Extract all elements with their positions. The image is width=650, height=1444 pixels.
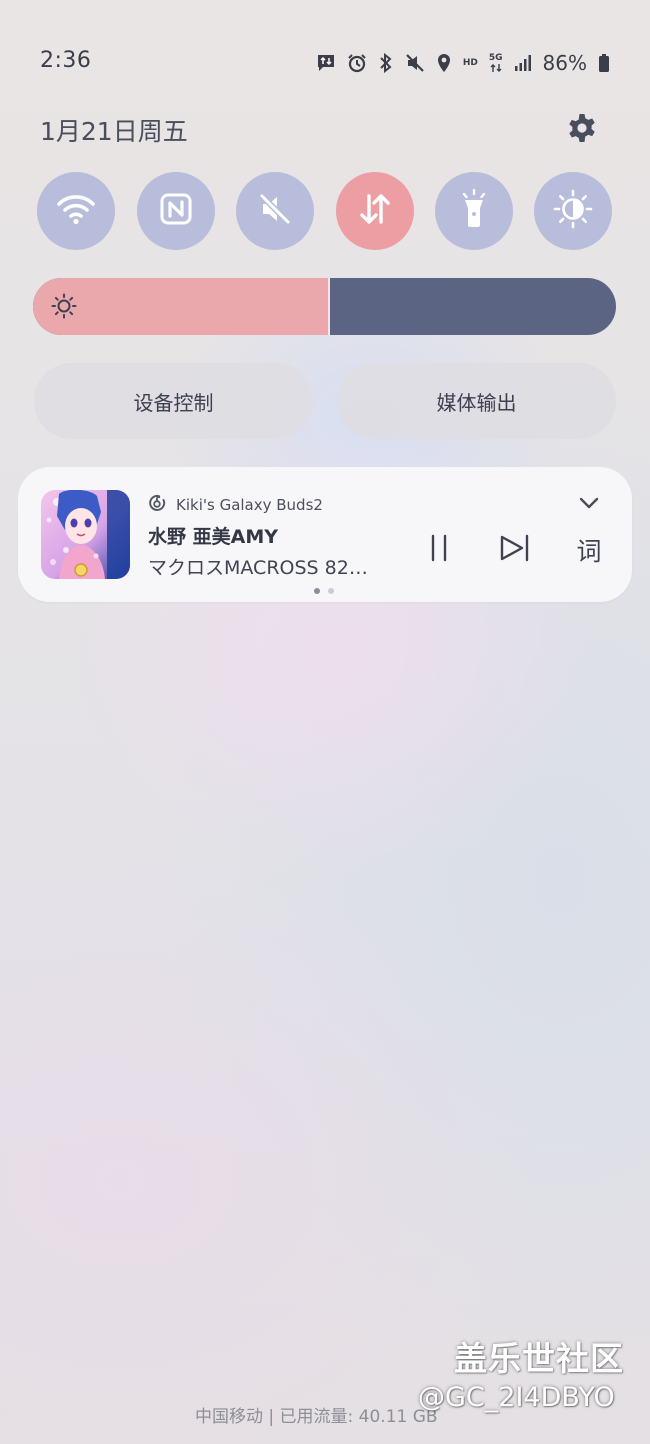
lyrics-button[interactable]: 词 — [574, 533, 604, 567]
watermark-title: 盖乐世社区 — [454, 1339, 624, 1378]
message-transfer-icon — [316, 53, 336, 73]
page-dot — [328, 588, 334, 594]
flashlight-icon — [457, 188, 491, 233]
hd-icon: HD — [462, 58, 478, 68]
album-art[interactable] — [41, 490, 130, 579]
brightness-slider[interactable] — [33, 278, 616, 335]
settings-gear-icon[interactable] — [566, 112, 598, 144]
song-title: 水野 亜美AMY — [148, 526, 278, 548]
battery-percent: 86% — [542, 51, 587, 75]
pause-icon — [429, 534, 449, 566]
page-indicator — [314, 588, 334, 594]
eye-comfort-icon — [553, 189, 593, 233]
nfc-toggle[interactable] — [137, 172, 215, 250]
signal-icon — [514, 54, 532, 72]
skip-next-icon — [499, 534, 531, 566]
media-player-card[interactable]: Kiki's Galaxy Buds2 水野 亜美AMY マクロスMACROSS… — [18, 467, 632, 602]
status-time: 2:36 — [40, 48, 92, 73]
brightness-fill — [33, 278, 331, 335]
next-button[interactable] — [499, 533, 531, 567]
mobile-data-toggle[interactable] — [336, 172, 414, 250]
carrier-status: 中国移动 | 已用流量: 40.11 GB — [195, 1407, 438, 1427]
output-device-name: Kiki's Galaxy Buds2 — [176, 496, 323, 514]
battery-icon — [598, 53, 610, 73]
song-subtitle: マクロスMACROSS 82… — [148, 557, 368, 579]
page-dot-active — [314, 588, 320, 594]
status-bar: 2:36 HD 5G 86% — [40, 48, 610, 82]
flashlight-toggle[interactable] — [435, 172, 513, 250]
5g-label: 5G — [488, 52, 503, 63]
media-output-button[interactable]: 媒体输出 — [337, 363, 616, 439]
device-control-button[interactable]: 设备控制 — [34, 363, 313, 439]
mute-icon — [405, 53, 425, 73]
bluetooth-icon — [378, 53, 394, 73]
5g-icon: 5G — [488, 52, 503, 73]
netease-music-icon — [148, 494, 166, 516]
wifi-icon — [56, 192, 96, 230]
watermark-handle: @GC_2I4DBYO — [418, 1382, 615, 1413]
data-transfer-icon — [356, 190, 394, 232]
location-icon — [436, 53, 452, 73]
mute-icon — [257, 191, 293, 231]
wifi-toggle[interactable] — [37, 172, 115, 250]
mute-toggle[interactable] — [236, 172, 314, 250]
pause-button[interactable] — [426, 533, 452, 567]
status-icons: HD 5G 86% — [316, 48, 610, 78]
quick-toggles — [37, 172, 615, 250]
chevron-down-icon[interactable] — [578, 495, 600, 511]
nfc-icon — [159, 192, 193, 230]
output-device-row: Kiki's Galaxy Buds2 — [148, 494, 323, 516]
alarm-icon — [347, 53, 367, 73]
sun-icon — [51, 293, 77, 319]
date-label: 1月21日周五 — [40, 117, 188, 146]
eye-comfort-toggle[interactable] — [534, 172, 612, 250]
